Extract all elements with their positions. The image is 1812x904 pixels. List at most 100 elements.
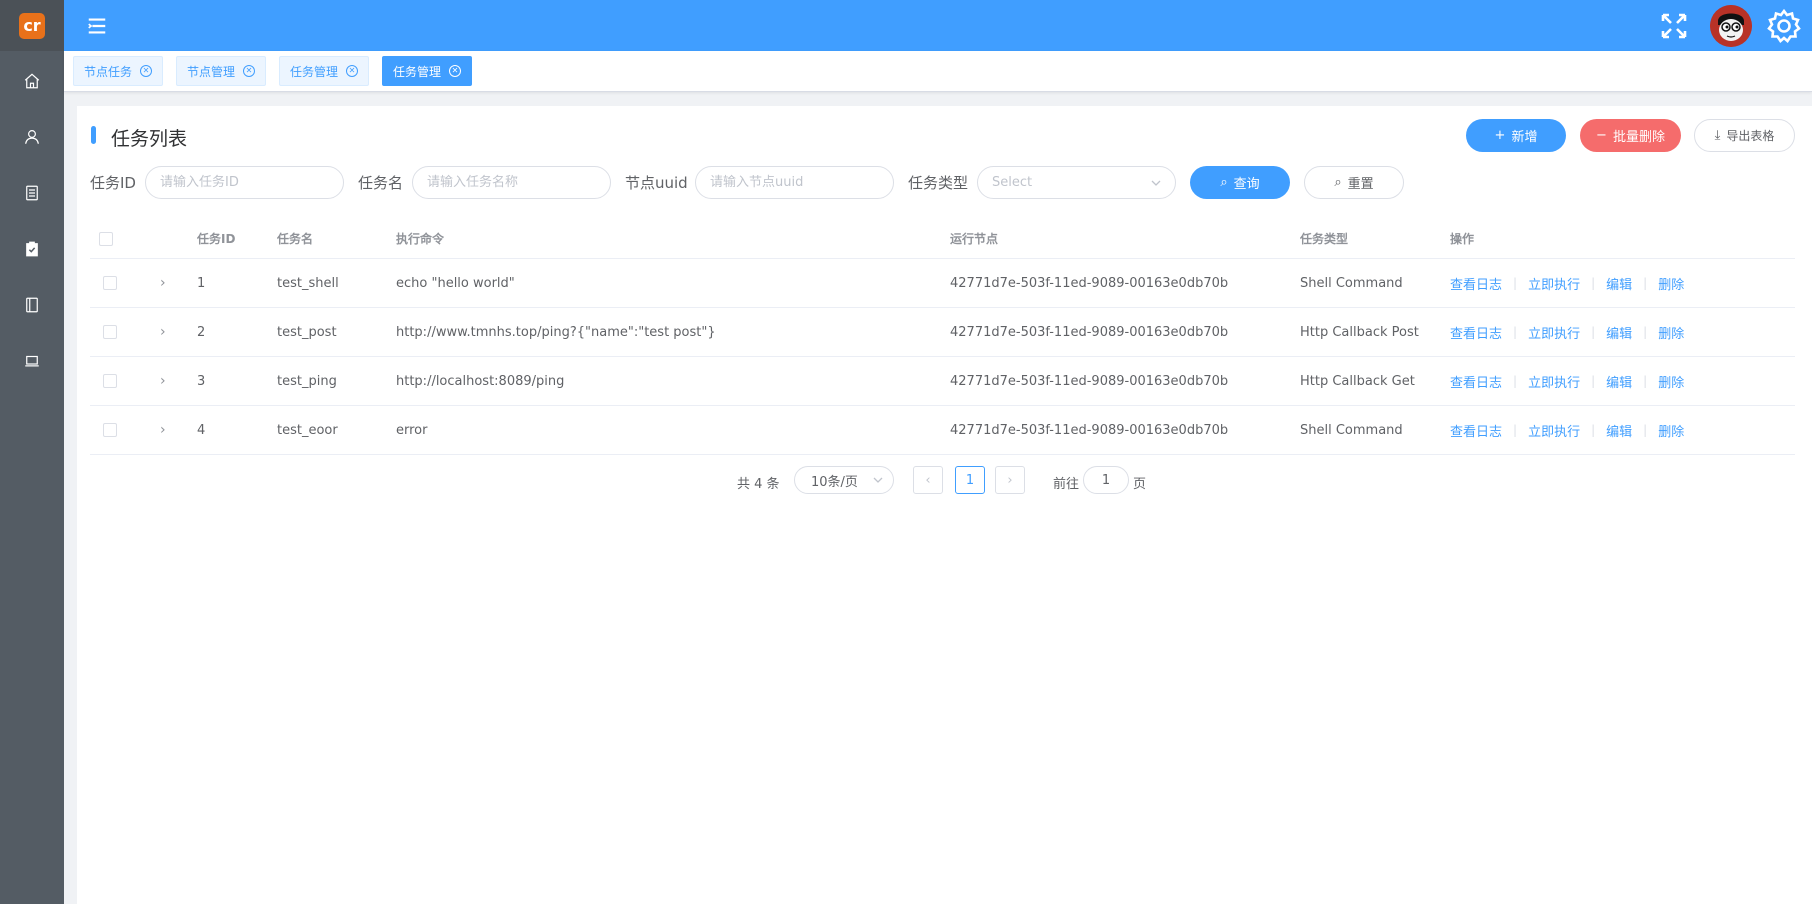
sidebar-item-documents[interactable]: [0, 165, 64, 221]
delete-link[interactable]: 删除: [1658, 323, 1684, 342]
page-number-current[interactable]: 1: [955, 466, 985, 494]
hamburger-menu-icon[interactable]: [86, 15, 108, 37]
separator: |: [1591, 423, 1596, 437]
search-icon: ⌕: [1220, 175, 1228, 190]
sidebar-item-devices[interactable]: [0, 333, 64, 389]
row-checkbox[interactable]: [103, 325, 117, 339]
table-row: › 3 test_ping http://localhost:8089/ping…: [90, 357, 1795, 406]
row-actions: 查看日志 | 立即执行 | 编辑 | 删除: [1450, 259, 1684, 307]
title-accent: [91, 126, 96, 144]
task-name-label: 任务名: [358, 174, 404, 192]
row-checkbox[interactable]: [103, 276, 117, 290]
settings-gear-icon[interactable]: [1766, 8, 1802, 44]
tab-task-management-active[interactable]: 任务管理 ✕: [382, 56, 473, 86]
edit-link[interactable]: 编辑: [1606, 274, 1632, 293]
type-cell: Shell Command: [1300, 275, 1403, 291]
prev-page-button[interactable]: ‹: [913, 466, 943, 494]
separator: |: [1643, 276, 1648, 290]
edit-link[interactable]: 编辑: [1606, 323, 1632, 342]
separator: |: [1643, 325, 1648, 339]
sidebar-item-home[interactable]: [0, 53, 64, 109]
next-page-button[interactable]: ›: [995, 466, 1025, 494]
goto-page-input[interactable]: [1083, 466, 1129, 494]
close-icon[interactable]: ✕: [346, 65, 359, 77]
node-cell: 42771d7e-503f-11ed-9089-00163e0db70b: [950, 422, 1229, 438]
view-log-link[interactable]: 查看日志: [1450, 421, 1502, 440]
tab-node-management[interactable]: 节点管理 ✕: [176, 56, 267, 86]
avatar[interactable]: [1710, 5, 1752, 47]
delete-link[interactable]: 删除: [1658, 421, 1684, 440]
download-icon: ⤓: [1714, 128, 1721, 143]
view-log-link[interactable]: 查看日志: [1450, 372, 1502, 391]
search-icon: ⌕: [1334, 175, 1342, 190]
add-button[interactable]: + 新增: [1466, 119, 1566, 152]
app-logo[interactable]: cr: [0, 0, 64, 51]
logo-mark: cr: [19, 12, 45, 39]
expand-chevron-icon[interactable]: ›: [160, 259, 166, 307]
edit-link[interactable]: 编辑: [1606, 421, 1632, 440]
sidebar-item-user[interactable]: [0, 109, 64, 165]
sidebar: cr: [0, 0, 64, 904]
clipboard-check-icon: [26, 241, 38, 257]
task-name-input[interactable]: [412, 166, 611, 199]
command-cell: http://localhost:8089/ping: [396, 373, 565, 389]
task-name-cell: test_shell: [277, 275, 339, 291]
close-icon[interactable]: ✕: [140, 65, 153, 77]
run-now-link[interactable]: 立即执行: [1528, 323, 1580, 342]
row-actions: 查看日志 | 立即执行 | 编辑 | 删除: [1450, 357, 1684, 405]
task-type-select[interactable]: Select: [977, 166, 1176, 199]
tab-node-tasks[interactable]: 节点任务 ✕: [73, 56, 164, 86]
tab-task-management[interactable]: 任务管理 ✕: [279, 56, 370, 86]
page-size-value: 10条/页: [811, 474, 858, 490]
close-icon[interactable]: ✕: [243, 65, 256, 77]
sidebar-item-notebook[interactable]: [0, 277, 64, 333]
separator: |: [1513, 276, 1518, 290]
node-uuid-input[interactable]: [695, 166, 894, 199]
task-id-cell: 2: [197, 324, 206, 340]
task-name-cell: test_eoor: [277, 422, 338, 438]
run-now-link[interactable]: 立即执行: [1528, 372, 1580, 391]
batch-delete-button[interactable]: − 批量删除: [1580, 119, 1681, 152]
goto-label: 前往: [1053, 477, 1080, 492]
laptop-icon: [25, 355, 39, 367]
task-id-input[interactable]: [145, 166, 344, 199]
expand-chevron-icon[interactable]: ›: [160, 406, 166, 454]
table-header-row: 任务ID 任务名 执行命令 运行节点 任务类型 操作: [90, 219, 1795, 259]
view-log-link[interactable]: 查看日志: [1450, 274, 1502, 293]
row-checkbox[interactable]: [103, 423, 117, 437]
table-row: › 4 test_eoor error 42771d7e-503f-11ed-9…: [90, 406, 1795, 455]
separator: |: [1591, 325, 1596, 339]
fullscreen-icon[interactable]: [1660, 12, 1688, 40]
batch-delete-label: 批量删除: [1612, 130, 1665, 145]
query-button[interactable]: ⌕ 查询: [1190, 166, 1290, 199]
delete-link[interactable]: 删除: [1658, 372, 1684, 391]
separator: |: [1643, 374, 1648, 388]
row-actions: 查看日志 | 立即执行 | 编辑 | 删除: [1450, 406, 1684, 454]
minus-icon: −: [1596, 128, 1607, 143]
command-cell: http://www.tmnhs.top/ping?{"name":"test …: [396, 324, 716, 340]
close-icon[interactable]: ✕: [449, 65, 462, 77]
column-header: 任务ID: [197, 232, 236, 246]
column-header: 运行节点: [950, 232, 999, 246]
separator: |: [1513, 374, 1518, 388]
page-size-select[interactable]: 10条/页: [794, 466, 894, 494]
delete-link[interactable]: 删除: [1658, 274, 1684, 293]
tab-label: 任务管理: [393, 64, 442, 79]
expand-chevron-icon[interactable]: ›: [160, 308, 166, 356]
run-now-link[interactable]: 立即执行: [1528, 421, 1580, 440]
view-log-link[interactable]: 查看日志: [1450, 323, 1502, 342]
node-uuid-label: 节点uuid: [625, 174, 688, 192]
chevron-down-icon: [1151, 180, 1161, 186]
chevron-left-icon: ‹: [925, 472, 931, 488]
reset-button[interactable]: ⌕ 重置: [1304, 166, 1404, 199]
separator: |: [1591, 374, 1596, 388]
export-label: 导出表格: [1726, 129, 1775, 143]
export-button[interactable]: ⤓ 导出表格: [1694, 119, 1795, 152]
query-label: 查询: [1233, 177, 1260, 192]
edit-link[interactable]: 编辑: [1606, 372, 1632, 391]
select-all-checkbox[interactable]: [99, 231, 113, 246]
expand-chevron-icon[interactable]: ›: [160, 357, 166, 405]
run-now-link[interactable]: 立即执行: [1528, 274, 1580, 293]
sidebar-item-tasks[interactable]: [0, 221, 64, 277]
row-checkbox[interactable]: [103, 374, 117, 388]
